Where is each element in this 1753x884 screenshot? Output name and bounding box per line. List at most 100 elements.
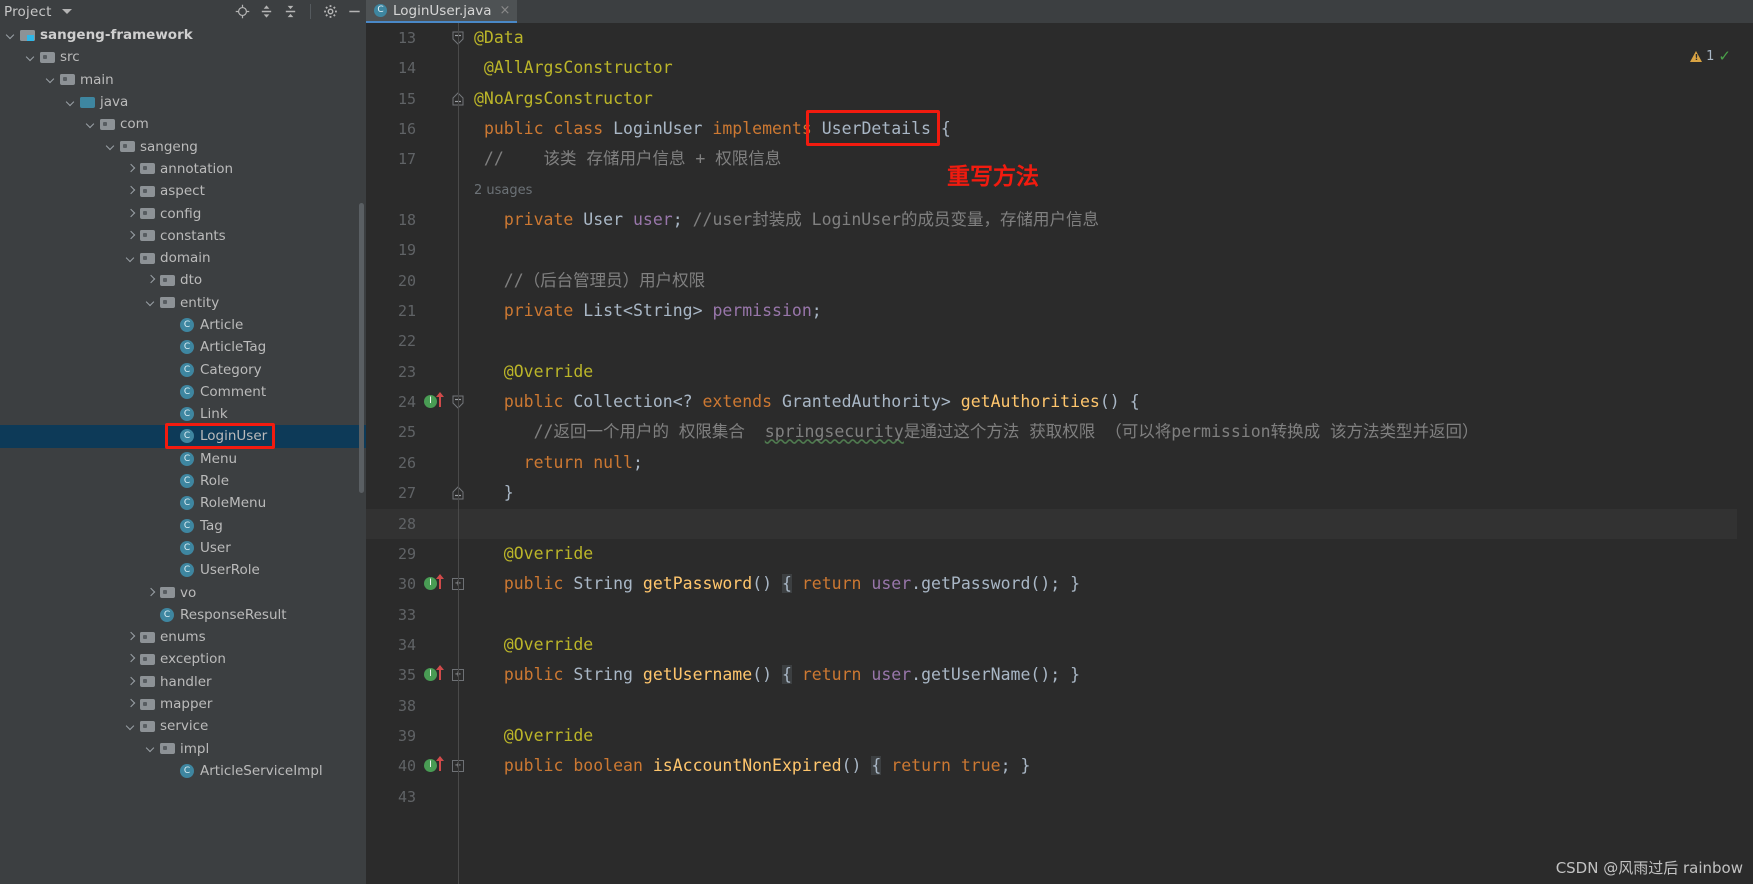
code-line[interactable]: 39 @Override (366, 721, 1753, 751)
code-line[interactable]: 27 } (366, 478, 1753, 508)
tree-item-responseresult[interactable]: C ResponseResult (0, 604, 366, 626)
gutter-icons[interactable] (424, 266, 470, 296)
tree-item-loginuser[interactable]: C LoginUser (0, 425, 366, 448)
chevron-right-icon[interactable] (126, 186, 137, 197)
code-line[interactable]: 40 I+ public boolean isAccountNonExpired(… (366, 751, 1753, 781)
tree-item-entity[interactable]: entity (0, 292, 366, 314)
override-arrow-icon[interactable] (436, 756, 444, 772)
tree-item-dto[interactable]: dto (0, 269, 366, 291)
tree-item-tag[interactable]: C Tag (0, 515, 366, 537)
gutter-icons[interactable]: I+ (424, 660, 470, 690)
tree-item-sangeng-framework[interactable]: sangeng-framework (0, 24, 366, 46)
gutter-icons[interactable] (424, 175, 470, 205)
expand-all-icon[interactable] (259, 4, 274, 19)
code-line[interactable]: 20 //（后台管理员）用户权限 (366, 266, 1753, 296)
inspection-gutter[interactable] (1737, 23, 1753, 884)
tree-item-constants[interactable]: constants (0, 225, 366, 247)
tree-item-userrole[interactable]: C UserRole (0, 559, 366, 581)
code-line[interactable]: 16 public class LoginUser implements Use… (366, 114, 1753, 144)
tree-item-aspect[interactable]: aspect (0, 180, 366, 202)
code-line[interactable]: 25 //返回一个用户的 权限集合 springsecurity是通过这个方法 … (366, 417, 1753, 447)
code-line[interactable]: 26 return null; (366, 448, 1753, 478)
tree-item-service[interactable]: service (0, 715, 366, 737)
gutter-icons[interactable] (424, 84, 470, 114)
tree-item-src[interactable]: src (0, 46, 366, 68)
gutter-icons[interactable] (424, 509, 470, 539)
gutter-icons[interactable] (424, 478, 470, 508)
gutter-icons[interactable] (424, 630, 470, 660)
code-line[interactable]: 28 (366, 508, 1753, 539)
gutter-icons[interactable] (424, 600, 470, 630)
override-arrow-icon[interactable] (436, 574, 444, 590)
gutter-icons[interactable] (424, 448, 470, 478)
chevron-down-icon[interactable] (86, 119, 97, 130)
gutter-icons[interactable] (424, 782, 470, 812)
tree-item-article[interactable]: C Article (0, 314, 366, 336)
minimize-icon[interactable] (347, 4, 362, 19)
chevron-down-icon[interactable] (26, 52, 37, 63)
gutter-icons[interactable] (424, 53, 470, 83)
code-line[interactable]: 23 @Override (366, 357, 1753, 387)
chevron-right-icon[interactable] (126, 208, 137, 219)
tree-item-articleserviceimpl[interactable]: C ArticleServiceImpl (0, 760, 366, 782)
code-line[interactable]: 29 @Override (366, 539, 1753, 569)
gutter-icons[interactable] (424, 691, 470, 721)
tree-item-com[interactable]: com (0, 113, 366, 135)
project-tree[interactable]: sangeng-framework src main java com sangeng an… (0, 23, 366, 782)
chevron-right-icon[interactable] (126, 230, 137, 241)
chevron-right-icon[interactable] (126, 654, 137, 665)
chevron-right-icon[interactable] (126, 163, 137, 174)
chevron-right-icon[interactable] (146, 587, 157, 598)
code-line[interactable]: 43 (366, 782, 1753, 812)
code-line[interactable]: 22 (366, 326, 1753, 356)
tree-item-impl[interactable]: impl (0, 738, 366, 760)
code-line[interactable]: 13 @Data (366, 23, 1753, 53)
gear-icon[interactable] (323, 4, 338, 19)
chevron-right-icon[interactable] (126, 699, 137, 710)
tree-item-vo[interactable]: vo (0, 581, 366, 603)
tree-item-handler[interactable]: handler (0, 671, 366, 693)
tree-item-articletag[interactable]: C ArticleTag (0, 336, 366, 358)
tree-item-category[interactable]: C Category (0, 358, 366, 380)
chevron-down-icon[interactable] (146, 743, 157, 754)
tree-item-enums[interactable]: enums (0, 626, 366, 648)
tree-item-sangeng[interactable]: sangeng (0, 135, 366, 157)
tree-item-user[interactable]: C User (0, 537, 366, 559)
tree-item-domain[interactable]: domain (0, 247, 366, 269)
tree-item-java[interactable]: java (0, 91, 366, 113)
gutter-icons[interactable] (424, 326, 470, 356)
gutter-icons[interactable] (424, 539, 470, 569)
tree-item-mapper[interactable]: mapper (0, 693, 366, 715)
tree-item-annotation[interactable]: annotation (0, 158, 366, 180)
gutter-icons[interactable]: I+ (424, 751, 470, 781)
chevron-down-icon[interactable] (126, 253, 137, 264)
code-line[interactable]: 24 I public Collection<? extends GrantedA… (366, 387, 1753, 417)
chevron-right-icon[interactable] (146, 275, 157, 286)
gutter-icons[interactable] (424, 205, 470, 235)
code-line[interactable]: 34 @Override (366, 630, 1753, 660)
gutter-icons[interactable] (424, 357, 470, 387)
close-icon[interactable]: × (500, 4, 511, 17)
gutter-icons[interactable]: I (424, 387, 470, 417)
code-content[interactable]: 13 @Data 14 @AllArgsConstructor 15 @NoArgsCo… (366, 23, 1753, 884)
usages-hint[interactable]: 2 usages (474, 183, 532, 198)
chevron-down-icon[interactable] (106, 141, 117, 152)
gutter-icons[interactable] (424, 23, 470, 53)
chevron-right-icon[interactable] (126, 632, 137, 643)
tree-item-main[interactable]: main (0, 69, 366, 91)
override-arrow-icon[interactable] (436, 665, 444, 681)
gutter-icons[interactable] (424, 235, 470, 265)
tree-item-comment[interactable]: C Comment (0, 381, 366, 403)
chevron-down-icon[interactable] (66, 97, 77, 108)
override-arrow-icon[interactable] (436, 392, 444, 408)
gutter-icons[interactable]: I+ (424, 569, 470, 599)
code-line[interactable]: 15 @NoArgsConstructor (366, 84, 1753, 114)
chevron-down-icon[interactable] (126, 721, 137, 732)
gutter-icons[interactable] (424, 296, 470, 326)
inspection-status[interactable]: 1 ✓ (1690, 49, 1731, 64)
locate-icon[interactable] (235, 4, 250, 19)
gutter-icons[interactable] (424, 417, 470, 447)
project-tree-panel[interactable]: sangeng-framework src main java com sangeng an… (0, 23, 366, 884)
code-line[interactable]: 18 private User user; //user封装成 LoginUse… (366, 205, 1753, 235)
code-line[interactable]: 35 I+ public String getUsername() { retur… (366, 660, 1753, 690)
